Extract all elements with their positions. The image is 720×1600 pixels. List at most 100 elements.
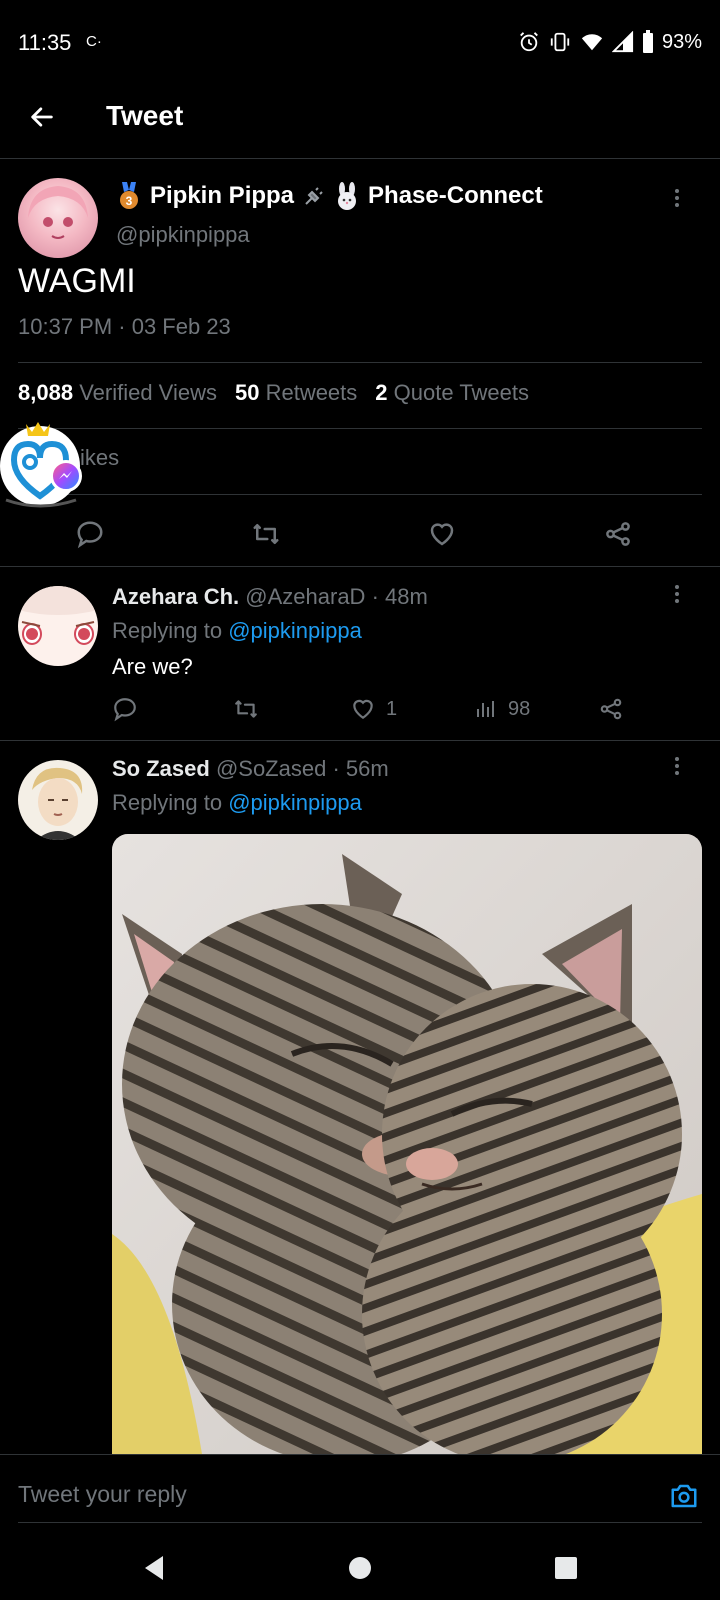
replying-to-link[interactable]: @pipkinpippa [228,790,362,815]
quotes-stat[interactable]: 2 Quote Tweets [375,380,529,406]
vibrate-icon [550,32,570,52]
reply-author-handle[interactable]: @AzeharaD [245,584,365,609]
reply-views-button[interactable]: 98 [474,696,530,722]
reply-like-count: 1 [386,697,398,720]
nav-recents-button[interactable] [548,1550,584,1586]
reply-views-count: 98 [508,697,531,720]
author-name[interactable]: Pipkin Pippa [150,182,294,210]
android-nav-bar [0,1530,720,1600]
views-stat[interactable]: 8,088 Verified Views [18,380,217,406]
author-avatar[interactable] [18,178,98,258]
retweet-button[interactable] [248,516,284,552]
reply-retweet-button[interactable] [232,696,260,722]
heart-icon [430,523,454,546]
reply-text: Are we? [112,654,193,679]
reply-author-name[interactable]: Azehara Ch. [112,584,239,609]
back-button[interactable] [22,100,62,134]
nav-home-button[interactable] [342,1550,378,1586]
more-icon [675,189,679,207]
camera-button[interactable] [666,1478,702,1514]
author-affiliation[interactable]: Phase-Connect [368,182,543,210]
quotes-label: Quote Tweets [393,380,530,405]
more-icon [675,757,679,775]
likes-stat[interactable]: ikes [80,445,119,471]
plug-icon [305,187,323,205]
svg-text:3: 3 [126,194,133,208]
status-bar: 11:35 C· 93% [0,0,720,80]
notification-icon: C· [86,33,102,50]
alarm-icon [520,32,538,52]
reply-icon [77,521,103,549]
nav-back-button[interactable] [136,1550,172,1586]
status-icons: 93% [518,30,702,54]
reply-button[interactable] [72,516,108,552]
share-icon [606,522,630,546]
battery-percent: 93% [661,30,702,53]
replying-to: Replying to @pipkinpippa [112,790,362,816]
wifi-icon [581,34,603,51]
reply-reply-button[interactable] [112,696,138,722]
share-icon [600,698,622,720]
retweets-count: 50 [234,380,260,405]
status-clock: 11:35 [18,30,72,55]
reply-header: Azehara Ch. @AzeharaD · 48m [112,584,428,610]
replying-to: Replying to @pipkinpippa [112,618,362,644]
avatar-illustration [28,186,88,239]
retweets-stat[interactable]: 50 Retweets [235,380,357,406]
chat-head-bubble[interactable] [0,416,84,516]
views-count: 8,088 [18,380,74,405]
reply-avatar[interactable] [18,760,98,840]
reply-more-button[interactable] [662,582,692,612]
messenger-icon [50,460,82,492]
kittens-photo [112,834,702,1454]
page-title: Tweet [106,100,184,131]
reply-media-photo[interactable] [112,834,702,1454]
reply-divider [0,740,720,741]
compose-divider [0,1454,720,1455]
retweet-icon [235,700,257,718]
reply-header: So Zased @SoZased · 56m [112,756,389,782]
reply-author-name[interactable]: So Zased [112,756,210,781]
compose-bottom-divider [18,1522,702,1523]
replying-prefix: Replying to [112,790,223,815]
share-button[interactable] [600,516,636,552]
reply-icon [114,698,136,722]
square-recents-icon [555,1557,577,1579]
likes-divider [18,494,702,495]
battery-icon [642,30,653,53]
author-handle[interactable]: @pipkinpippa [116,222,250,248]
tweet-divider [18,362,702,363]
more-options-button[interactable] [662,186,692,216]
reply-more-button[interactable] [662,754,692,784]
header-divider [0,158,720,159]
reply-time: · 48m [371,584,428,609]
camera-icon [671,1484,697,1508]
reply-share-button[interactable] [598,696,624,722]
views-label: Verified Views [79,380,217,405]
avatar-illustration [32,767,83,840]
replying-prefix: Replying to [112,618,223,643]
more-icon [675,585,679,603]
stats-divider [18,428,702,429]
reply-input[interactable] [18,1474,618,1514]
quotes-count: 2 [375,380,388,405]
views-icon [477,701,494,717]
reply-avatar[interactable] [18,586,98,666]
reply-author-handle[interactable]: @SoZased [216,756,326,781]
tweet-timestamp: 10:37 PM · 03 Feb 23 [18,314,231,339]
retweets-label: Retweets [265,380,358,405]
avatar-illustration [18,586,98,645]
medal-icon: 3 [120,182,138,209]
arrow-left-icon [31,107,53,127]
signal-icon [611,31,634,53]
tweet-stats: 8,088 Verified Views 50 Retweets 2 Quote… [18,380,529,406]
section-divider [0,566,720,567]
circle-home-icon [349,1557,371,1579]
heart-icon [353,699,373,719]
rabbit-icon [338,182,357,210]
replying-to-link[interactable]: @pipkinpippa [228,618,362,643]
like-button[interactable] [424,516,460,552]
reply-time: · 56m [332,756,389,781]
reply-like-button[interactable]: 1 [350,696,397,722]
triangle-back-icon [145,1556,163,1580]
